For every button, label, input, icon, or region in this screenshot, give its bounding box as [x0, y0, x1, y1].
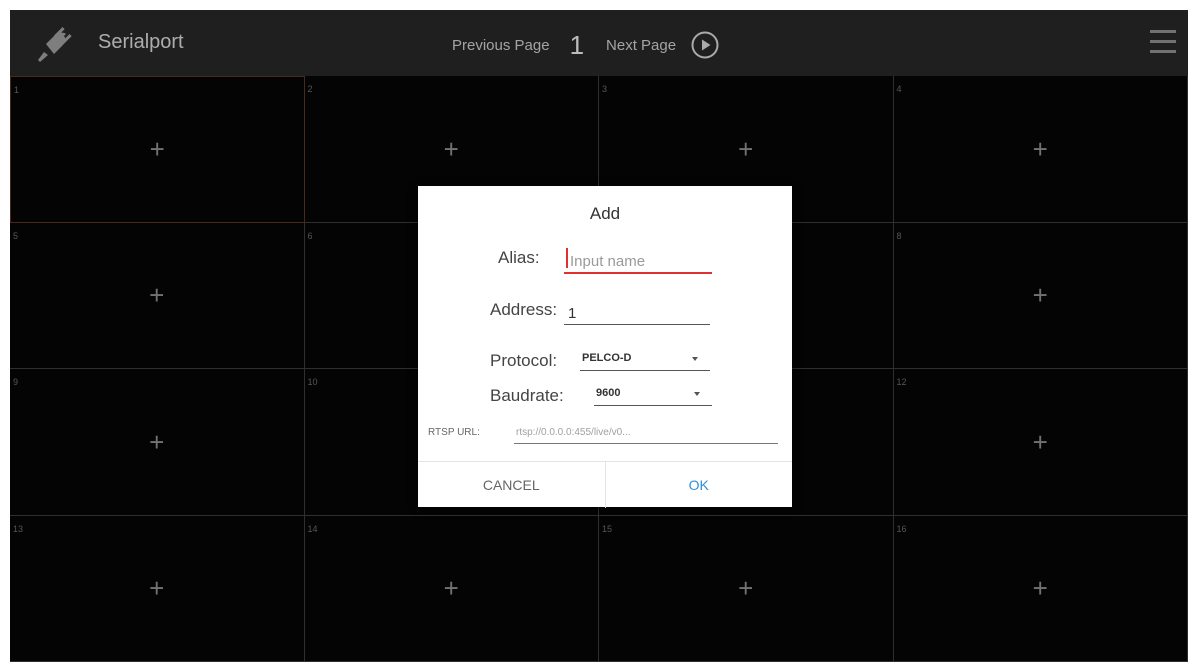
rtsp-url-label: RTSP URL:	[428, 427, 480, 438]
dropdown-arrow-icon	[694, 392, 700, 396]
protocol-label: Protocol:	[490, 351, 558, 370]
rtsp-url-input[interactable]	[514, 421, 778, 444]
address-label: Address:	[490, 300, 558, 319]
protocol-select[interactable]: PELCO-D	[580, 346, 710, 371]
add-device-dialog: Add Alias: Address: Protocol: PELCO-D Ba…	[418, 186, 792, 508]
alias-input[interactable]	[564, 250, 712, 274]
dropdown-arrow-icon	[692, 357, 698, 361]
dialog-footer: CANCEL OK	[418, 461, 792, 508]
app-window: Serialport Previous Page 1 Next Page 1 + …	[10, 10, 1188, 662]
text-caret	[566, 248, 568, 268]
alias-label: Alias:	[498, 248, 540, 267]
baudrate-label: Baudrate:	[490, 386, 564, 405]
cancel-button[interactable]: CANCEL	[418, 462, 606, 508]
address-input[interactable]	[564, 302, 710, 325]
baudrate-value: 9600	[596, 387, 621, 399]
ok-button[interactable]: OK	[606, 462, 793, 508]
baudrate-select[interactable]: 9600	[594, 381, 712, 406]
protocol-value: PELCO-D	[582, 352, 632, 364]
dialog-title: Add	[589, 204, 621, 223]
